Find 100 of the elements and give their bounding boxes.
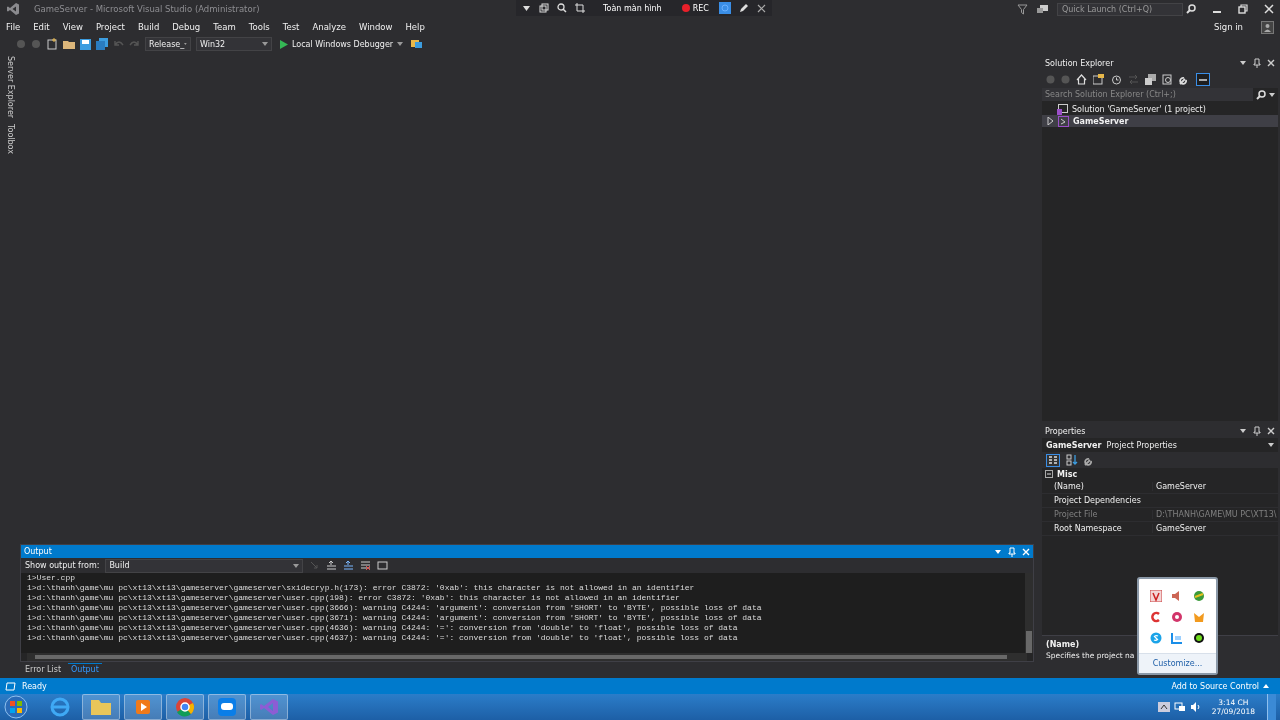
chrome-icon[interactable] xyxy=(166,694,204,720)
show-output-label: Show output from: xyxy=(25,561,100,570)
network-icon[interactable] xyxy=(1173,702,1186,712)
dropdown-icon[interactable] xyxy=(1239,59,1247,67)
screen-icon[interactable] xyxy=(1171,632,1184,644)
new-project-icon[interactable] xyxy=(46,38,58,50)
caret-icon[interactable] xyxy=(397,42,404,46)
pin-icon[interactable] xyxy=(1253,58,1261,68)
quick-launch-field[interactable]: Quick Launch (Ctrl+Q) xyxy=(1057,2,1183,16)
sign-in-link[interactable]: Sign in xyxy=(1214,22,1243,32)
clear-all-icon[interactable] xyxy=(360,560,372,571)
caret-icon[interactable] xyxy=(293,563,300,568)
vertical-scrollbar[interactable] xyxy=(1025,573,1033,653)
property-category[interactable]: Misc xyxy=(1042,468,1278,480)
media-player-icon[interactable] xyxy=(124,694,162,720)
output-line: 1>d:\thanh\game\mu pc\xt13\xt13\gameserver\gameserver\user.cpp(3666): warning C4244: 'argument': conversion from 'SHORT' to 'BYTE', possible loss of data xyxy=(27,603,763,613)
save-icon[interactable] xyxy=(80,38,91,50)
menu-item[interactable]: Tools xyxy=(248,22,276,32)
side-tab[interactable]: Server Explorer xyxy=(5,56,15,119)
caret-icon[interactable] xyxy=(1268,443,1274,447)
menu-item[interactable]: Test xyxy=(282,22,306,32)
restore-icon[interactable] xyxy=(1238,4,1248,14)
screenshot-icon[interactable] xyxy=(718,2,731,14)
caret-icon[interactable] xyxy=(262,42,268,46)
window-icon[interactable] xyxy=(539,3,549,13)
dropdown-icon[interactable] xyxy=(1239,427,1247,435)
status-icon xyxy=(5,681,16,691)
close-icon[interactable] xyxy=(1267,427,1275,435)
menu-item[interactable]: File xyxy=(6,22,27,32)
menu-item[interactable]: Debug xyxy=(172,22,207,32)
output-source-dropdown[interactable]: Build xyxy=(105,558,304,573)
target-icon[interactable] xyxy=(1171,611,1184,623)
previous-message-icon[interactable] xyxy=(326,560,338,571)
close-icon[interactable] xyxy=(1267,59,1275,67)
switch-views-icon[interactable] xyxy=(1093,73,1105,85)
menu-item[interactable]: Edit xyxy=(33,22,56,32)
start-button-icon[interactable] xyxy=(4,695,28,719)
platform-dropdown[interactable]: Win32 xyxy=(196,37,272,51)
play-icon xyxy=(280,39,288,49)
project-icon xyxy=(1058,115,1069,127)
save-all-icon[interactable] xyxy=(96,38,108,50)
word-wrap-icon[interactable] xyxy=(377,560,389,571)
home-icon[interactable] xyxy=(1076,73,1087,85)
output-line: 1>d:\thanh\game\mu pc\xt13\xt13\gameserver\gameserver\user.cpp(3671): warning C4244: 'argument': conversion from 'SHORT' to 'BYTE', possible loss of data xyxy=(27,613,763,623)
output-line: 1>User.cpp xyxy=(27,573,76,583)
caret-icon[interactable] xyxy=(1269,92,1275,97)
chat-icon[interactable] xyxy=(1149,632,1162,644)
folder-icon[interactable] xyxy=(63,38,75,50)
panel-title: Solution Explorer xyxy=(1045,58,1114,68)
volume-icon[interactable] xyxy=(1189,702,1202,712)
preview-icon[interactable] xyxy=(1196,72,1210,86)
property-row[interactable]: Project Dependencies xyxy=(1042,494,1278,508)
zoom-icon[interactable] xyxy=(557,3,567,13)
account-icon[interactable] xyxy=(1261,20,1274,34)
start-debugger-button[interactable]: Local Windows Debugger xyxy=(277,39,407,49)
fullscreen-mode-button[interactable]: Toàn màn hình xyxy=(601,3,664,13)
property-row[interactable]: Root Namespace GameServer xyxy=(1042,522,1278,536)
visual-studio-logo-icon xyxy=(6,2,20,16)
solution-search-field[interactable]: Search Solution Explorer (Ctrl+;) xyxy=(1042,88,1253,101)
source-control-button[interactable]: Add to Source Control xyxy=(1165,681,1275,691)
tree-item[interactable]: Solution 'GameServer' (1 project) xyxy=(1042,103,1278,115)
object-selector[interactable]: GameServer Project Properties xyxy=(1042,438,1278,452)
dropdown-icon[interactable] xyxy=(522,3,531,13)
categorized-icon[interactable] xyxy=(1046,453,1060,467)
output-line: 1>d:\thanh\game\mu pc\xt13\xt13\gameserver\gameserver\user.cpp(4637): warning C4244: '=': conversion from 'double' to 'float', possible loss of data xyxy=(27,633,739,643)
menu-item[interactable]: Help xyxy=(405,22,431,32)
filter-icon[interactable] xyxy=(1017,3,1028,15)
search-icon[interactable] xyxy=(1256,89,1266,100)
property-row[interactable]: (Name) GameServer xyxy=(1042,480,1278,494)
customize-link[interactable]: Customize... xyxy=(1139,653,1216,673)
menu-item[interactable]: Analyze xyxy=(312,22,352,32)
menu-item[interactable]: Window xyxy=(358,22,399,32)
menu-item[interactable]: View xyxy=(62,22,89,32)
expand-arrow-icon[interactable] xyxy=(1047,117,1054,125)
show-hidden-icons-icon[interactable] xyxy=(1157,702,1170,712)
search-icon[interactable] xyxy=(1186,4,1196,14)
pencil-icon[interactable] xyxy=(738,3,749,13)
collapse-toggle-icon[interactable] xyxy=(1045,470,1053,478)
history-icon[interactable] xyxy=(1111,73,1122,85)
globe-icon[interactable] xyxy=(1193,590,1206,602)
horizontal-scrollbar[interactable] xyxy=(27,653,1027,661)
solution-icon xyxy=(1057,103,1068,115)
crop-icon[interactable] xyxy=(575,3,585,13)
tree-item[interactable]: GameServer xyxy=(1042,115,1278,127)
sort-alphabetical-icon[interactable] xyxy=(1066,454,1078,466)
menu-item[interactable]: Project xyxy=(95,22,131,32)
side-tab[interactable]: Toolbox xyxy=(5,124,15,155)
menu-item[interactable]: Build xyxy=(137,22,166,32)
pin-icon[interactable] xyxy=(1253,426,1261,436)
close-icon[interactable] xyxy=(756,3,766,13)
status-dot-icon[interactable] xyxy=(1193,632,1206,644)
status-text: Ready xyxy=(22,681,47,691)
caret-icon[interactable] xyxy=(184,42,187,46)
record-button[interactable]: REC xyxy=(679,3,711,13)
next-message-icon[interactable] xyxy=(343,560,355,571)
panel-tab[interactable]: Output xyxy=(68,663,102,675)
configuration-dropdown[interactable]: Release_ xyxy=(145,37,191,51)
panel-tab[interactable]: Error List xyxy=(22,663,65,675)
chat-app-icon[interactable] xyxy=(208,694,246,720)
menu-item[interactable]: Team xyxy=(213,22,242,32)
